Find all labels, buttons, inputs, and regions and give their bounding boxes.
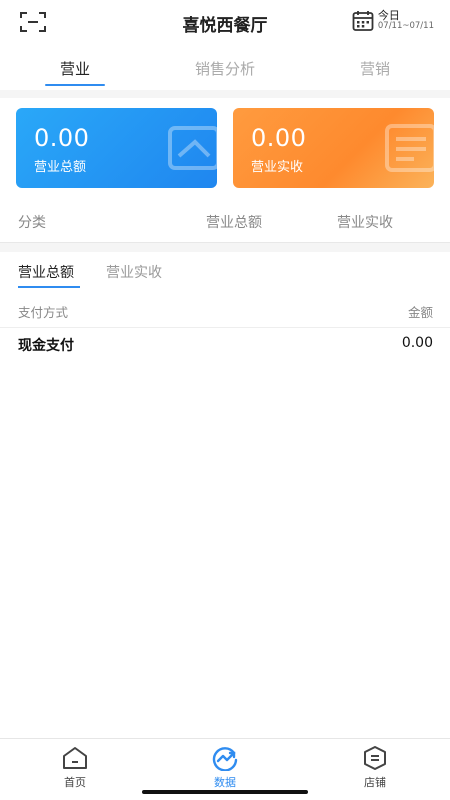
nav-shop-label: 店铺 [364,776,386,789]
payment-amount: 0.00 [401,335,433,351]
calendar-icon [352,11,374,31]
nav-home-label: 首页 [64,776,86,789]
category-col-actual: 营业实收 [337,215,393,231]
top-tabs: 营业 销售分析 营销 [0,50,450,88]
subtab-actual-revenue[interactable]: 营业实收 [106,262,162,282]
summary-cards: 0.00 营业总额 0.00 营业实收 [16,108,434,188]
section-divider [0,242,450,252]
sub-tabs: 营业总额 营业实收 [0,262,450,290]
scan-icon[interactable] [20,11,46,33]
nav-data-label: 数据 [214,776,236,789]
subtab-total-revenue[interactable]: 营业总额 [18,262,74,282]
nav-home[interactable]: 首页 [30,745,120,790]
total-revenue-card[interactable]: 0.00 营业总额 [16,108,217,188]
chart-frame-icon [168,126,217,170]
table-row: 现金支付 0.00 [0,332,450,358]
tab-sales-analysis[interactable]: 销售分析 [150,50,300,88]
shop-icon [364,746,386,770]
actual-revenue-card[interactable]: 0.00 营业实收 [233,108,434,188]
tab-marketing[interactable]: 营销 [300,50,450,88]
section-divider [0,90,450,98]
category-col-label: 分类 [18,215,46,231]
date-range: 07/11~07/11 [377,21,434,32]
nav-shop[interactable]: 店铺 [330,745,420,790]
nav-data[interactable]: 数据 [180,745,270,790]
category-header: 分类 营业总额 营业实收 [0,204,450,240]
payment-table-header: 支付方式 金额 [0,300,450,328]
data-chart-icon [212,747,238,771]
tab-business[interactable]: 营业 [0,50,150,88]
header-payment-method: 支付方式 [18,305,69,320]
app-header: 喜悦西餐厅 今日 07/11~07/11 [0,0,450,46]
payment-method: 现金支付 [18,338,74,354]
home-icon [63,747,87,769]
home-indicator [142,790,308,794]
date-picker[interactable]: 今日 07/11~07/11 [352,10,434,32]
category-col-total: 营业总额 [206,215,262,231]
subtab-underline [18,286,80,288]
header-amount: 金额 [407,305,433,320]
page-title: 喜悦西餐厅 [182,15,268,36]
document-icon [385,124,434,172]
